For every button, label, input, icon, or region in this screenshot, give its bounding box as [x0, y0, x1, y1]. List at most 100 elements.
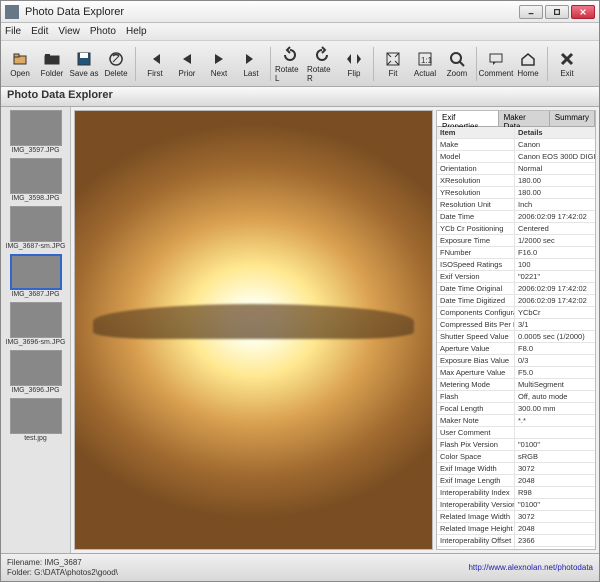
thumbnail[interactable]: test.jpg — [4, 398, 67, 442]
property-row[interactable]: Aperture ValueF8.0 — [437, 343, 595, 355]
property-value: Inch — [515, 199, 595, 210]
status-url[interactable]: http://www.alexnolan.net/photodata — [468, 563, 593, 572]
last-button[interactable]: Last — [236, 47, 266, 80]
menu-photo[interactable]: Photo — [90, 26, 116, 37]
actual-button[interactable]: 1:1Actual — [410, 47, 440, 80]
rotater-icon — [312, 45, 332, 65]
property-row[interactable]: Focal Length300.00 mm — [437, 403, 595, 415]
exit-button[interactable]: Exit — [552, 47, 582, 80]
tab-exif-properties[interactable]: Exif Properties — [437, 111, 499, 126]
property-row[interactable]: OrientationNormal — [437, 163, 595, 175]
property-row[interactable]: MakeCanon — [437, 139, 595, 151]
property-row[interactable]: Date Time Digitized2006:02:09 17:42:02 — [437, 295, 595, 307]
property-row[interactable]: Date Time Original2006:02:09 17:42:02 — [437, 283, 595, 295]
flip-label: Flip — [348, 69, 361, 78]
property-row[interactable]: Max Aperture ValueF5.0 — [437, 367, 595, 379]
property-key: Components Configuration — [437, 307, 515, 318]
home-button[interactable]: Home — [513, 47, 543, 80]
property-key: Shutter Speed Value — [437, 331, 515, 342]
property-row[interactable]: FlashOff, auto mode — [437, 391, 595, 403]
property-row[interactable]: Resolution UnitInch — [437, 199, 595, 211]
property-value: 180.00 — [515, 175, 595, 186]
property-row[interactable]: Flash Pix Version"0100" — [437, 439, 595, 451]
prior-button[interactable]: Prior — [172, 47, 202, 80]
property-row[interactable]: Exposure Bias Value0/3 — [437, 355, 595, 367]
thumbnail-panel[interactable]: IMG_3597.JPGIMG_3598.JPGIMG_3687-sm.JPGI… — [1, 107, 71, 553]
flip-button[interactable]: Flip — [339, 47, 369, 80]
property-key: Interoperability Version — [437, 499, 515, 510]
first-icon — [145, 49, 165, 69]
maximize-button[interactable] — [545, 5, 569, 19]
menu-view[interactable]: View — [58, 26, 80, 37]
property-row[interactable]: Related Image Width3072 — [437, 511, 595, 523]
menu-edit[interactable]: Edit — [31, 26, 48, 37]
property-value: Centered — [515, 223, 595, 234]
property-key: Flash Pix Version — [437, 439, 515, 450]
menu-help[interactable]: Help — [126, 26, 147, 37]
rotatel-icon — [280, 45, 300, 65]
toolbar-separator — [135, 47, 136, 81]
tab-summary[interactable]: Summary — [550, 111, 595, 126]
property-value: 0.0005 sec (1/2000) — [515, 331, 595, 342]
saveas-label: Save as — [70, 69, 99, 78]
thumbnail[interactable]: IMG_3687.JPG — [4, 254, 67, 298]
tab-maker-data[interactable]: Maker Data — [499, 111, 550, 126]
thumbnail-label: IMG_3598.JPG — [4, 195, 67, 202]
property-row[interactable]: Related Image Height2048 — [437, 523, 595, 535]
thumbnail[interactable]: IMG_3597.JPG — [4, 110, 67, 154]
property-row[interactable]: Color SpacesRGB — [437, 451, 595, 463]
property-value: 3/1 — [515, 319, 595, 330]
property-row[interactable]: ModelCanon EOS 300D DIGITAL — [437, 151, 595, 163]
property-row[interactable]: Interoperability IndexR98 — [437, 487, 595, 499]
home-icon — [518, 49, 538, 69]
open-button[interactable]: Open — [5, 47, 35, 80]
property-row[interactable]: FNumberF16.0 — [437, 247, 595, 259]
actual-label: Actual — [414, 69, 436, 78]
property-row[interactable]: Interoperability Offset2366 — [437, 535, 595, 547]
property-row[interactable]: Components ConfigurationYCbCr — [437, 307, 595, 319]
property-row[interactable]: ISOSpeed Ratings100 — [437, 259, 595, 271]
minimize-button[interactable] — [519, 5, 543, 19]
menu-file[interactable]: File — [5, 26, 21, 37]
property-row[interactable]: Metering ModeMultiSegment — [437, 379, 595, 391]
property-value: 2006:02:09 17:42:02 — [515, 211, 595, 222]
next-button[interactable]: Next — [204, 47, 234, 80]
close-button[interactable] — [571, 5, 595, 19]
thumbnail[interactable]: IMG_3687-sm.JPG — [4, 206, 67, 250]
fit-button[interactable]: Fit — [378, 47, 408, 80]
zoom-button[interactable]: Zoom — [442, 47, 472, 80]
property-row[interactable]: Shutter Speed Value0.0005 sec (1/2000) — [437, 331, 595, 343]
thumbnail[interactable]: IMG_3598.JPG — [4, 158, 67, 202]
property-row[interactable]: Interoperability Version"0100" — [437, 499, 595, 511]
property-row[interactable]: Exposure Time1/2000 sec — [437, 235, 595, 247]
property-row[interactable]: XResolution180.00 — [437, 175, 595, 187]
property-value: Canon EOS 300D DIGITAL — [515, 151, 595, 162]
delete-button[interactable]: Delete — [101, 47, 131, 80]
property-row[interactable]: Maker Note*.* — [437, 415, 595, 427]
rotatel-button[interactable]: Rotate L — [275, 43, 305, 85]
image-viewer[interactable] — [74, 110, 433, 550]
thumbnail[interactable]: IMG_3696.JPG — [4, 350, 67, 394]
first-button[interactable]: First — [140, 47, 170, 80]
first-label: First — [147, 69, 163, 78]
folder-button[interactable]: Folder — [37, 47, 67, 80]
property-row[interactable]: User Comment — [437, 427, 595, 439]
property-key: Date Time — [437, 211, 515, 222]
property-row[interactable]: YCb Cr PositioningCentered — [437, 223, 595, 235]
toolbar-separator — [373, 47, 374, 81]
saveas-button[interactable]: Save as — [69, 47, 99, 80]
toolbar-separator — [270, 47, 271, 81]
property-row[interactable]: Exif Version"0221" — [437, 271, 595, 283]
property-key: Interoperability Index — [437, 487, 515, 498]
property-row[interactable]: YResolution180.00 — [437, 187, 595, 199]
property-value: "0100" — [515, 499, 595, 510]
property-row[interactable]: Focal Plane XResolution3072000/892 — [437, 547, 595, 549]
property-row[interactable]: Exif Image Length2048 — [437, 475, 595, 487]
properties-table[interactable]: ItemDetailsMakeCanonModelCanon EOS 300D … — [437, 127, 595, 549]
thumbnail[interactable]: IMG_3696-sm.JPG — [4, 302, 67, 346]
comment-button[interactable]: Comment — [481, 47, 511, 80]
property-row[interactable]: Compressed Bits Per Pixel3/1 — [437, 319, 595, 331]
rotater-button[interactable]: Rotate R — [307, 43, 337, 85]
property-row[interactable]: Exif Image Width3072 — [437, 463, 595, 475]
property-row[interactable]: Date Time2006:02:09 17:42:02 — [437, 211, 595, 223]
